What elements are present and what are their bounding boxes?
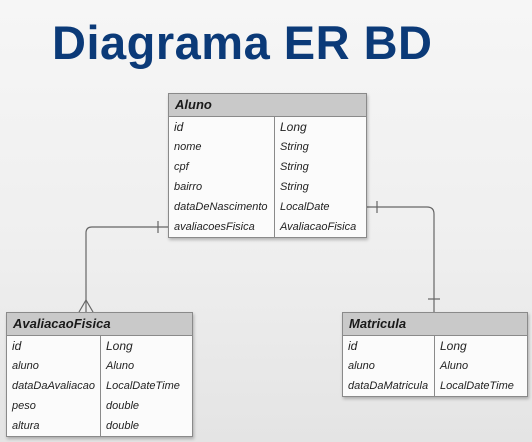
entity-matricula-attributes: id Long aluno Aluno dataDaMatricula LocalDa… bbox=[343, 336, 527, 396]
attribute-type: double bbox=[106, 400, 140, 412]
attribute-name: id bbox=[343, 336, 435, 356]
attribute-type: Long bbox=[280, 120, 307, 134]
attribute-row: avaliacoesFisica AvaliacaoFisica bbox=[169, 217, 366, 237]
entity-aluno-header: Aluno bbox=[169, 94, 366, 117]
relation-aluno-matricula bbox=[366, 206, 435, 312]
attribute-name: bairro bbox=[169, 177, 275, 197]
attribute-type: LocalDate bbox=[280, 201, 330, 213]
attribute-name: avaliacoesFisica bbox=[169, 217, 275, 237]
attribute-row: aluno Aluno bbox=[7, 356, 192, 376]
attribute-name: dataDaMatricula bbox=[343, 376, 435, 396]
attribute-row: id Long bbox=[343, 336, 527, 356]
attribute-name: dataDeNascimento bbox=[169, 197, 275, 217]
attribute-name: cpf bbox=[169, 157, 275, 177]
attribute-row: bairro String bbox=[169, 177, 366, 197]
attribute-name: peso bbox=[7, 396, 101, 416]
entity-avaliacao-fisica[interactable]: AvaliacaoFisica id Long aluno Aluno dataDa… bbox=[6, 312, 193, 437]
attribute-type: String bbox=[280, 141, 309, 153]
relation-aluno-avaliacao bbox=[85, 226, 168, 312]
attribute-row: altura double bbox=[7, 416, 192, 436]
attribute-name: altura bbox=[7, 416, 101, 436]
entity-aluno[interactable]: Aluno id Long nome String cpf String bairro… bbox=[168, 93, 367, 238]
attribute-type: Aluno bbox=[440, 360, 469, 372]
attribute-row: dataDeNascimento LocalDate bbox=[169, 197, 366, 217]
entity-matricula-header: Matricula bbox=[343, 313, 527, 336]
attribute-type: String bbox=[280, 181, 309, 193]
attribute-name: aluno bbox=[343, 356, 435, 376]
attribute-row: cpf String bbox=[169, 157, 366, 177]
attribute-name: nome bbox=[169, 137, 275, 157]
entity-avaliacao-fisica-attributes: id Long aluno Aluno dataDaAvaliacao LocalDa… bbox=[7, 336, 192, 436]
attribute-type: Long bbox=[440, 339, 467, 353]
entity-matricula[interactable]: Matricula id Long aluno Aluno dataDaMatric… bbox=[342, 312, 528, 397]
attribute-type: LocalDateTime bbox=[440, 380, 514, 392]
attribute-name: dataDaAvaliacao bbox=[7, 376, 101, 396]
attribute-name: id bbox=[169, 117, 275, 137]
attribute-type: String bbox=[280, 161, 309, 173]
attribute-type: LocalDateTime bbox=[106, 380, 180, 392]
attribute-row: dataDaAvaliacao LocalDateTime bbox=[7, 376, 192, 396]
attribute-type: AvaliacaoFisica bbox=[280, 221, 357, 233]
attribute-type: Long bbox=[106, 339, 133, 353]
attribute-name: aluno bbox=[7, 356, 101, 376]
attribute-name: id bbox=[7, 336, 101, 356]
attribute-type: double bbox=[106, 420, 140, 432]
entity-aluno-attributes: id Long nome String cpf String bairro String… bbox=[169, 117, 366, 237]
attribute-row: dataDaMatricula LocalDateTime bbox=[343, 376, 527, 396]
attribute-row: id Long bbox=[169, 117, 366, 137]
attribute-row: nome String bbox=[169, 137, 366, 157]
entity-avaliacao-fisica-header: AvaliacaoFisica bbox=[7, 313, 192, 336]
attribute-row: aluno Aluno bbox=[343, 356, 527, 376]
attribute-row: id Long bbox=[7, 336, 192, 356]
attribute-type: Aluno bbox=[106, 360, 135, 372]
attribute-row: peso double bbox=[7, 396, 192, 416]
